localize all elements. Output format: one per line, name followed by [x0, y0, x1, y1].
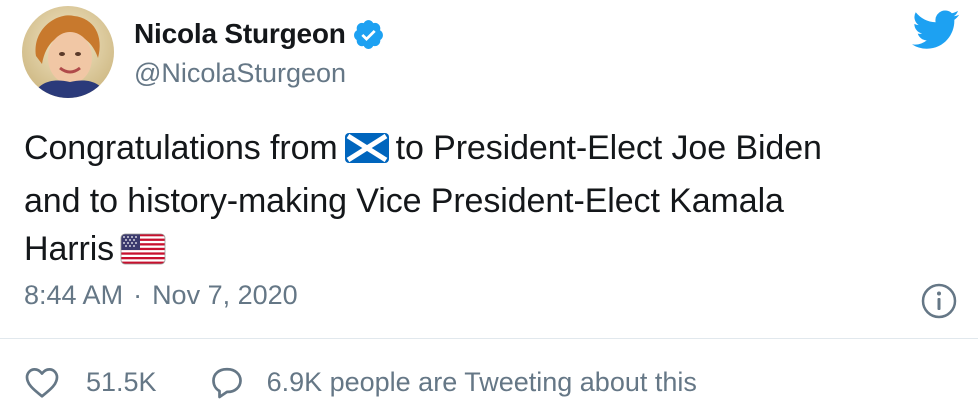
- usa-flag-icon: [120, 230, 166, 278]
- display-name[interactable]: Nicola Sturgeon: [134, 18, 346, 50]
- speech-bubble-icon: [211, 367, 242, 399]
- verified-badge-icon: [352, 18, 385, 51]
- tweet-text: Congratulations from to President-Elect J…: [24, 124, 964, 278]
- tweet-line-2: and to history-making Vice President-Ele…: [24, 182, 784, 220]
- tweet-date[interactable]: Nov 7, 2020: [152, 280, 298, 311]
- tweet-text-segment: Harris: [24, 230, 115, 268]
- info-icon[interactable]: [920, 282, 958, 320]
- conversation-link[interactable]: 6.9K people are Tweeting about this: [209, 365, 697, 399]
- conversation-text[interactable]: 6.9K people are Tweeting about this: [267, 367, 697, 398]
- like-count: 51.5K: [86, 366, 157, 397]
- avatar[interactable]: [22, 6, 114, 98]
- like-button[interactable]: 51.5K: [24, 365, 157, 399]
- tweet-card: Nicola Sturgeon @NicolaSturgeon Congratu…: [0, 0, 978, 416]
- heart-icon: [25, 368, 59, 398]
- tweet-text-segment: to President-Elect Joe Biden: [395, 129, 822, 167]
- tweet-line-3: Harris: [24, 225, 964, 278]
- scotland-flag-icon: [344, 129, 390, 177]
- timestamp-separator: ·: [133, 280, 143, 310]
- tweet-text-segment: Congratulations from: [24, 129, 338, 167]
- author-handle[interactable]: @NicolaSturgeon: [134, 58, 346, 89]
- profile-photo-icon: [22, 6, 114, 98]
- twitter-bird-icon[interactable]: [912, 10, 960, 50]
- tweet-line-1: Congratulations from to President-Elect J…: [24, 124, 964, 177]
- tweet-time[interactable]: 8:44 AM: [24, 280, 123, 311]
- tweet-timestamp[interactable]: 8:44 AM · Nov 7, 2020: [24, 280, 298, 311]
- author-name-row[interactable]: Nicola Sturgeon: [134, 16, 385, 52]
- divider: [0, 338, 978, 339]
- tweet-actions: 51.5K 6.9K people are Tweeting about thi…: [24, 362, 697, 402]
